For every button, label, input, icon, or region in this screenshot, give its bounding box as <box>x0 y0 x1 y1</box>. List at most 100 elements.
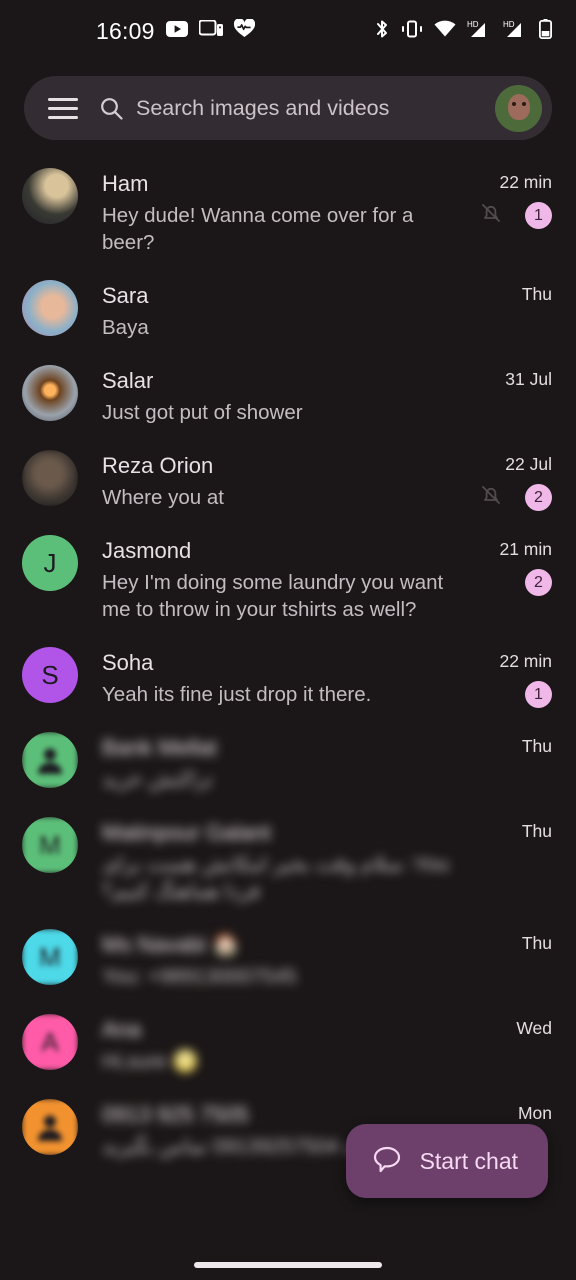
conversation-meta: Thu <box>460 929 552 953</box>
conversation-preview: You: سلام وقت بخیر امکانش هست برای فردا … <box>102 853 449 903</box>
battery-icon <box>538 18 552 44</box>
conversation-name: Matinpour Galant <box>102 820 271 845</box>
conversation-name: Ham <box>102 171 149 196</box>
conversation-text: Matinpour Galant You: سلام وقت بخیر امکان… <box>102 817 460 905</box>
avatar-photo <box>22 365 78 421</box>
conversation-name: Ms Navabi 🏠 <box>102 932 240 957</box>
conversation-preview: Hey I'm doing some laundry you want me t… <box>102 571 444 621</box>
unread-badge: 2 <box>525 569 552 596</box>
conversation-timestamp: 22 Jul <box>505 454 552 474</box>
status-bar-right: HD HD <box>374 18 552 44</box>
status-bar: 16:09 HD HD <box>0 0 576 62</box>
conversation-meta: Thu <box>460 280 552 304</box>
youtube-icon <box>165 20 188 42</box>
sara-photo <box>22 280 78 336</box>
conversation-name: Bank Mellat <box>102 735 217 760</box>
conversation-text: Jasmond Hey I'm doing some laundry you wa… <box>102 535 460 623</box>
conversation-row[interactable]: Ham Hey dude! Wanna come over for a beer?… <box>0 156 576 268</box>
conversation-preview: Just got put of shower <box>102 401 303 424</box>
cast-icon <box>198 19 223 42</box>
conversation-row[interactable]: Reza Orion Where you at 22 Jul 2 <box>0 438 576 523</box>
conversation-row[interactable]: Bank Mellat تراکنش خرید Thu <box>0 720 576 805</box>
conversation-text: Ms Navabi 🏠 You: +989130007545 <box>102 929 460 990</box>
bluetooth-icon <box>374 19 390 44</box>
conversation-row[interactable]: Sara Baya Thu <box>0 268 576 353</box>
hamburger-menu-icon[interactable] <box>48 97 78 119</box>
unread-badge: 1 <box>525 681 552 708</box>
avatar-photo <box>22 168 78 224</box>
wifi-icon <box>434 20 456 42</box>
conversation-meta: Mon <box>460 1099 552 1123</box>
conversation-name: Jasmond <box>102 538 192 563</box>
conversation-meta: 21 min 2 <box>460 535 552 596</box>
signal-hd-2-icon: HD <box>503 19 528 43</box>
conversation-meta: Thu <box>460 732 552 756</box>
conversation-timestamp: Wed <box>516 1018 552 1038</box>
bell-muted-icon <box>480 484 502 511</box>
avatar-letter: S <box>22 647 78 703</box>
start-chat-label: Start chat <box>419 1147 518 1174</box>
conversation-timestamp: 22 min <box>499 651 552 671</box>
conversation-timestamp: 22 min <box>499 172 552 192</box>
unread-badge: 1 <box>525 202 552 229</box>
avatar-photo <box>22 280 78 336</box>
conversation-timestamp: Thu <box>521 933 552 953</box>
ham-photo <box>22 168 78 224</box>
search-icon <box>100 97 123 120</box>
conversation-text: Ana Hi,sure 🌝 <box>102 1014 460 1075</box>
conversation-row[interactable]: J Jasmond Hey I'm doing some laundry you w… <box>0 523 576 635</box>
conversation-preview: Hey dude! Wanna come over for a beer? <box>102 204 414 254</box>
conversation-meta: Thu <box>460 817 552 841</box>
avatar-person-icon <box>22 1099 78 1155</box>
home-indicator[interactable] <box>194 1262 382 1268</box>
conversation-text: Salar Just got put of shower <box>102 365 460 426</box>
conversation-list[interactable]: Ham Hey dude! Wanna come over for a beer?… <box>0 156 576 1172</box>
person-icon <box>22 1099 78 1155</box>
unread-badge: 2 <box>525 484 552 511</box>
conversation-row[interactable]: A Ana Hi,sure 🌝 Wed <box>0 1002 576 1087</box>
conversation-meta: Wed <box>460 1014 552 1038</box>
vibrate-icon <box>401 20 423 43</box>
avatar-letter: A <box>22 1014 78 1070</box>
salar-photo <box>22 365 78 421</box>
conversation-row[interactable]: M Ms Navabi 🏠 You: +989130007545 Thu <box>0 917 576 1002</box>
conversation-preview: Yeah its fine just drop it there. <box>102 683 372 706</box>
person-icon <box>22 732 78 788</box>
bell-muted-icon <box>480 202 502 229</box>
avatar-letter: J <box>22 535 78 591</box>
conversation-timestamp: Thu <box>521 821 552 841</box>
conversation-meta: 22 min 1 <box>460 168 552 229</box>
conversation-text: Bank Mellat تراکنش خرید <box>102 732 460 793</box>
conversation-name: Salar <box>102 368 154 393</box>
avatar-photo <box>22 450 78 506</box>
svg-text:HD: HD <box>467 20 479 29</box>
conversation-name: Sara <box>102 283 149 308</box>
conversation-row[interactable]: M Matinpour Galant You: سلام وقت بخیر امکا… <box>0 805 576 917</box>
conversation-meta: 31 Jul <box>460 365 552 389</box>
avatar-initial: M <box>22 929 78 985</box>
status-bar-clock: 16:09 <box>96 17 155 44</box>
heart-health-icon <box>233 18 255 43</box>
conversation-preview: Hi,sure 🌝 <box>102 1050 199 1073</box>
conversation-preview: تراکنش خرید <box>102 768 213 791</box>
avatar-initial: M <box>22 817 78 873</box>
signal-hd-1-icon: HD <box>467 19 492 43</box>
conversation-row[interactable]: Salar Just got put of shower 31 Jul <box>0 353 576 438</box>
conversation-row[interactable]: S Soha Yeah its fine just drop it there. 22… <box>0 635 576 720</box>
conversation-text: Soha Yeah its fine just drop it there. <box>102 647 460 708</box>
search-bar[interactable]: Search images and videos <box>24 76 552 140</box>
search-input[interactable]: Search images and videos <box>136 96 495 121</box>
conversation-timestamp: 21 min <box>499 539 552 559</box>
conversation-text: Sara Baya <box>102 280 460 341</box>
avatar[interactable] <box>495 84 542 132</box>
avatar-initial: S <box>22 647 78 703</box>
chat-bubble-icon <box>372 1144 402 1179</box>
conversation-name: Reza Orion <box>102 453 214 478</box>
conversation-preview: You: +989130007545 <box>102 965 297 988</box>
reza-photo <box>22 450 78 506</box>
start-chat-button[interactable]: Start chat <box>345 1124 548 1198</box>
search-bar-container: Search images and videos <box>0 62 576 140</box>
conversation-timestamp: Mon <box>517 1103 552 1123</box>
avatar-letter: M <box>22 817 78 873</box>
conversation-meta: 22 min 1 <box>460 647 552 708</box>
